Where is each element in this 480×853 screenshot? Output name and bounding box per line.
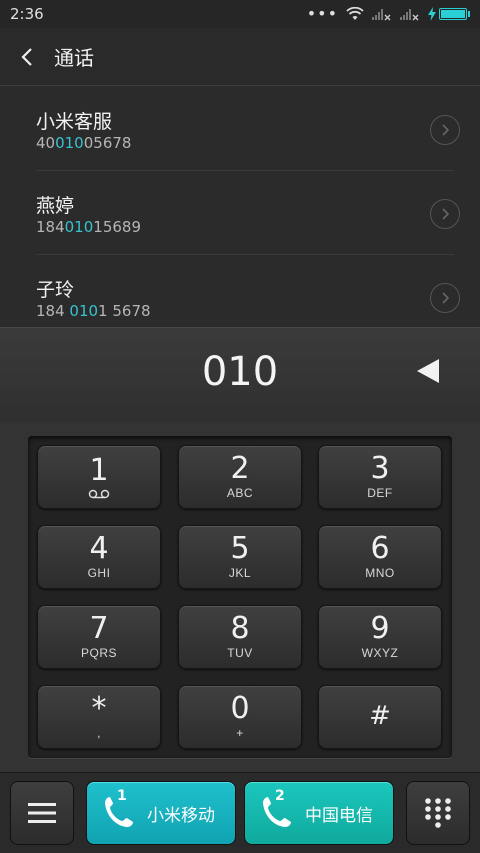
sim1-index: 1 [117, 788, 127, 804]
status-bar: 2:36 ••• [0, 0, 480, 28]
signal-sim2-icon [400, 9, 419, 21]
backspace-button[interactable] [412, 355, 444, 387]
call-sim2-button[interactable]: 2 中国电信 [244, 781, 394, 845]
bottom-action-bar: 1 小米移动 2 中国电信 [0, 772, 480, 853]
menu-button[interactable] [10, 781, 74, 845]
keypad: 1 2 ABC 3 DEF 4 GHI 5 JKL 6 MNO 7 PQRS 8… [28, 436, 452, 758]
wifi-icon [346, 7, 364, 20]
chevron-right-icon [442, 124, 450, 136]
contact-name: 子玲 [36, 279, 75, 301]
call-sim1-button[interactable]: 1 小米移动 [86, 781, 236, 845]
contact-results-list: 小米客服 4001005678 燕婷 18401015689 子玲 184 01… [0, 87, 480, 327]
contact-details-button[interactable] [430, 115, 460, 145]
voicemail-icon [88, 489, 110, 498]
signal-sim1-icon [372, 9, 391, 21]
key-3[interactable]: 3 DEF [318, 445, 442, 509]
key-2[interactable]: 2 ABC [178, 445, 302, 509]
key-9[interactable]: 9 WXYZ [318, 605, 442, 669]
contact-name: 小米客服 [36, 111, 113, 133]
key-5[interactable]: 5 JKL [178, 525, 302, 589]
sim2-index: 2 [275, 788, 285, 804]
status-icons: ••• [306, 4, 470, 23]
menu-icon [28, 803, 56, 823]
chevron-right-icon [442, 292, 450, 304]
dialed-number: 010 [201, 349, 279, 395]
key-star[interactable]: * , [37, 685, 161, 749]
contact-number: 184 0101 5678 [36, 302, 151, 320]
key-4[interactable]: 4 GHI [37, 525, 161, 589]
back-button[interactable] [0, 28, 54, 86]
key-8[interactable]: 8 TUV [178, 605, 302, 669]
title-bar: 通话 [0, 28, 480, 86]
status-time: 2:36 [10, 5, 44, 23]
dialed-number-display: 010 [0, 327, 480, 422]
dialpad-toggle-button[interactable] [406, 781, 470, 845]
page-title: 通话 [54, 46, 94, 70]
more-notifications-icon: ••• [306, 4, 338, 23]
keypad-area: 1 2 ABC 3 DEF 4 GHI 5 JKL 6 MNO 7 PQRS 8… [0, 422, 480, 772]
sim1-label: 小米移动 [147, 805, 215, 826]
backspace-icon [417, 359, 439, 383]
key-1[interactable]: 1 [37, 445, 161, 509]
contact-number: 4001005678 [36, 134, 132, 152]
charging-icon [428, 7, 436, 21]
sim2-label: 中国电信 [305, 805, 373, 826]
key-0[interactable]: 0 + [178, 685, 302, 749]
contact-details-button[interactable] [430, 283, 460, 313]
contact-row[interactable]: 小米客服 4001005678 [36, 87, 460, 171]
chevron-left-icon [21, 47, 32, 66]
battery-icon [428, 7, 470, 21]
contact-row[interactable]: 子玲 184 0101 5678 [36, 255, 460, 327]
contact-number: 18401015689 [36, 218, 141, 236]
key-hash[interactable]: # [318, 685, 442, 749]
contact-row[interactable]: 燕婷 18401015689 [36, 171, 460, 255]
dialpad-icon [425, 798, 451, 828]
chevron-right-icon [442, 208, 450, 220]
contact-name: 燕婷 [36, 195, 75, 217]
contact-details-button[interactable] [430, 199, 460, 229]
key-7[interactable]: 7 PQRS [37, 605, 161, 669]
key-6[interactable]: 6 MNO [318, 525, 442, 589]
